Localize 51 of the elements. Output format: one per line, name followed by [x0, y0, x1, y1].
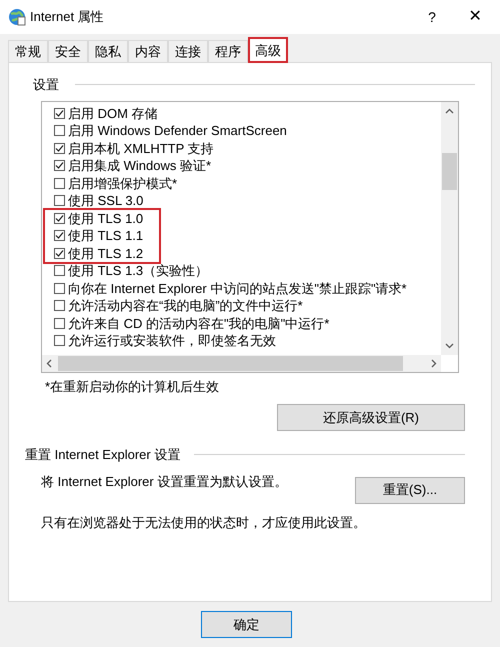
option-label: 向你在 Internet Explorer 中访问的站点发送"禁止跟踪"请求*: [68, 280, 407, 298]
checkbox[interactable]: [54, 125, 65, 136]
description-text: 将 Internet Explorer 设置重置为默认设置。: [41, 472, 288, 491]
checkbox[interactable]: [54, 265, 65, 276]
tab[interactable]: 常规: [8, 40, 48, 62]
tab[interactable]: 程序: [208, 40, 248, 62]
tab[interactable]: 内容: [128, 40, 168, 62]
checkbox[interactable]: [54, 230, 65, 242]
checkbox[interactable]: [54, 108, 65, 119]
option-label: 启用集成 Windows 验证*: [68, 157, 212, 175]
vertical-scrollbar[interactable]: [441, 102, 458, 354]
tab[interactable]: 隐私: [88, 40, 128, 62]
checkbox[interactable]: [54, 178, 65, 189]
option-label: 允许来自 CD 的活动内容在"我的电脑"中运行*: [68, 314, 330, 332]
checkbox[interactable]: [54, 160, 65, 172]
checkbox[interactable]: [54, 212, 65, 224]
tab[interactable]: 高级: [248, 37, 288, 63]
checkbox[interactable]: [54, 335, 65, 346]
note-text: *在重新启动你的计算机后生效: [45, 378, 220, 396]
option-label: 允许活动内容在“我的电脑”的文件中运行*: [68, 297, 303, 315]
checkbox[interactable]: [54, 248, 65, 259]
option-label: 启用 Windows Defender SmartScreen: [68, 122, 287, 140]
option-label: 使用 TLS 1.3（实验性）: [68, 262, 208, 280]
checkbox[interactable]: [54, 282, 65, 294]
option-label: 启用本机 XMLHTTP 支持: [68, 140, 214, 158]
option-label: 使用 SSL 3.0: [68, 192, 144, 210]
checkbox[interactable]: [54, 195, 65, 206]
window-title: Internet 属性: [30, 8, 104, 26]
checkbox[interactable]: [54, 318, 65, 329]
checkbox[interactable]: [54, 300, 65, 312]
option-label: 允许运行或安装软件，即使签名无效: [68, 332, 276, 350]
option-label: 使用 TLS 1.1: [68, 227, 144, 245]
option-label: 启用 DOM 存储: [68, 104, 158, 122]
horizontal-scrollbar[interactable]: [42, 354, 441, 372]
restore-defaults-button[interactable]: 还原高级设置(R): [277, 404, 465, 431]
scroll-thumb[interactable]: [58, 356, 403, 370]
close-button[interactable]: ✕: [452, 2, 498, 32]
option-label: 使用 TLS 1.0: [68, 210, 144, 228]
warning-text: 只有在浏览器处于无法使用的状态时，才应使用此设置。: [41, 514, 367, 532]
checkbox[interactable]: [54, 142, 65, 154]
help-button[interactable]: ?: [412, 2, 452, 32]
tab[interactable]: 安全: [48, 40, 88, 62]
reset-button[interactable]: 重置(S)...: [355, 476, 465, 504]
section-title: 重置 Internet Explorer 设置: [25, 446, 180, 464]
globe-icon: [8, 8, 26, 26]
scroll-thumb[interactable]: [442, 152, 457, 190]
option-label: 启用增强保护模式*: [68, 174, 178, 192]
ok-button[interactable]: 确定: [201, 611, 292, 638]
section-title: 设置: [33, 76, 59, 94]
tab[interactable]: 连接: [168, 40, 208, 62]
option-label: 使用 TLS 1.2: [68, 244, 144, 262]
